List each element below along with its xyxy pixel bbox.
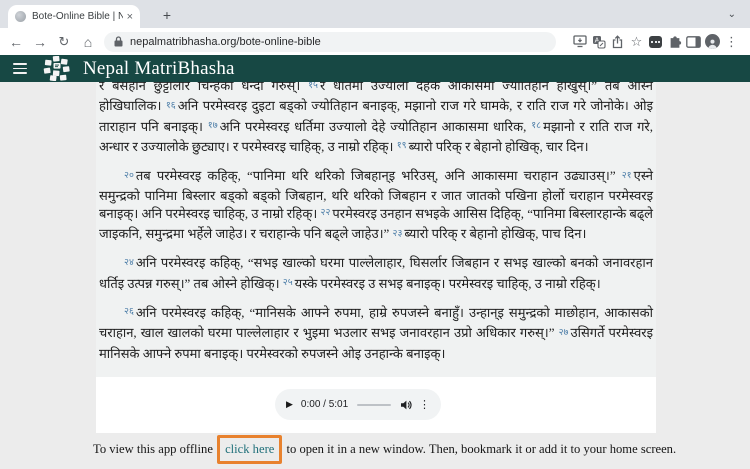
verse-number: १७ (208, 121, 220, 131)
extension-dark-icon[interactable] (646, 33, 665, 51)
reload-icon[interactable]: ↻ (52, 34, 76, 50)
verse-number: २६ (124, 307, 136, 317)
browser-menu-icon[interactable]: ⋮ (722, 33, 741, 51)
verse-number: २१ (622, 171, 634, 181)
lock-icon (114, 36, 123, 47)
click-here-link[interactable]: click here (225, 442, 274, 456)
verse-number: १८ (531, 121, 543, 131)
tab-title: Bote-Online Bible | Nepal Matr (32, 11, 123, 22)
profile-icon[interactable] (703, 33, 722, 51)
verse-text: अनि परमेस्वरइ धर्तिमा उज्यालो देहे ज्योत… (220, 119, 532, 134)
verse-number: १५ (308, 82, 320, 91)
side-panel-icon[interactable] (684, 33, 703, 51)
verse-text: ब्यारो परिक् र बेहानो होखिक्, चार दिन। (409, 139, 589, 154)
page-background: र बर्सहान छुट्टालार चिन्हका धन्दा गरुस्।… (0, 82, 750, 469)
audio-player-container: ▶ 0:00 / 5:01 ⋮ (96, 377, 656, 433)
audio-progress-bar[interactable] (357, 404, 391, 406)
url-text: nepalmatribhasha.org/bote-online-bible (130, 36, 321, 48)
tab-close-icon[interactable]: × (127, 11, 133, 23)
verse-number: २५ (283, 278, 295, 288)
verse-text: ब्यारो परिक् र बेहानो होखिक्, पाच दिन। (404, 226, 586, 241)
share-icon[interactable] (608, 33, 627, 51)
audio-player[interactable]: ▶ 0:00 / 5:01 ⋮ (275, 389, 441, 420)
browser-tab[interactable]: Bote-Online Bible | Nepal Matr × (8, 5, 140, 28)
bible-paragraph: २४अनि परमेस्वरइ कहिक्, “सभइ खाल्को घरमा … (99, 254, 653, 295)
annotation-highlight-box: click here (217, 435, 282, 464)
verse-number: १९ (397, 141, 409, 151)
offline-note-pre: To view this app offline (93, 442, 216, 456)
verse-number: २३ (393, 229, 405, 239)
forward-icon[interactable]: → (28, 34, 52, 50)
brand-name: Nepal MatriBhasha (83, 58, 235, 80)
offline-note: To view this app offline click here to o… (93, 442, 733, 457)
extensions-puzzle-icon[interactable] (665, 33, 684, 51)
verse-number: २४ (124, 258, 136, 268)
back-icon[interactable]: ← (4, 34, 28, 50)
bible-text: र बर्सहान छुट्टालार चिन्हका धन्दा गरुस्।… (99, 82, 653, 362)
bible-paragraph: २०तब परमेस्वरइ कहिक्, “पानिमा थरि थरिको … (99, 167, 653, 245)
tab-strip: Bote-Online Bible | Nepal Matr × + ⌄ (0, 0, 750, 28)
tab-search-chevron-icon[interactable]: ⌄ (728, 9, 736, 20)
offline-note-post: to open it in a new window. Then, bookma… (283, 442, 676, 456)
audio-time: 0:00 / 5:01 (301, 399, 348, 410)
install-icon[interactable] (570, 33, 589, 51)
browser-toolbar: ← → ↻ ⌂ nepalmatribhasha.org/bote-online… (0, 28, 750, 55)
site-header: Nepal MatriBhasha (0, 55, 750, 82)
brand-logo (41, 56, 73, 81)
verse-number: २७ (559, 328, 571, 338)
verse-text: र बर्सहान छुट्टालार चिन्हका धन्दा गरुस्। (99, 82, 308, 93)
bookmark-star-icon[interactable]: ☆ (627, 33, 646, 51)
new-tab-button[interactable]: + (158, 7, 176, 25)
address-bar[interactable]: nepalmatribhasha.org/bote-online-bible (104, 32, 556, 52)
volume-icon[interactable] (400, 399, 412, 411)
tab-favicon-icon (15, 11, 26, 22)
verse-number: १६ (166, 101, 178, 111)
verse-text: यस्के परमेस्वरइ उ सभइ बनाइक्। परमेस्वरइ … (295, 276, 601, 291)
hamburger-menu-icon[interactable] (13, 63, 27, 74)
play-icon[interactable]: ▶ (286, 399, 293, 410)
verse-number: २२ (321, 208, 333, 218)
verse-text: तब परमेस्वरइ कहिक्, “पानिमा थरि थरिको जि… (136, 168, 622, 183)
home-icon[interactable]: ⌂ (76, 34, 100, 50)
translate-icon[interactable]: A (589, 33, 608, 51)
audio-menu-icon[interactable]: ⋮ (419, 398, 430, 411)
bible-paragraph: र बर्सहान छुट्टालार चिन्हका धन्दा गरुस्।… (99, 82, 653, 158)
verse-number: २० (124, 171, 136, 181)
bible-paragraph: २६अनि परमेस्वरइ कहिक्, “मानिसके आफ्ने रु… (99, 304, 653, 362)
